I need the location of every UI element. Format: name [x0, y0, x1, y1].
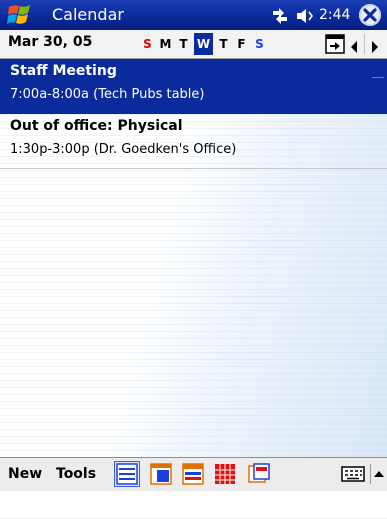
week-day-selector: S M T W T F S — [140, 33, 270, 55]
day-wednesday[interactable]: W — [194, 33, 213, 55]
divider — [372, 77, 384, 78]
appointment-subject: Out of office: Physical — [10, 118, 183, 134]
agenda-list: Staff Meeting 7:00a-8:00a (Tech Pubs tab… — [0, 59, 387, 457]
month-view-icon[interactable] — [212, 461, 238, 487]
title-bar: Calendar 2:44 — [0, 0, 387, 30]
app-title: Calendar — [52, 5, 124, 24]
agenda-view-icon[interactable] — [114, 461, 140, 487]
new-button[interactable]: New — [8, 463, 42, 485]
appointment-item[interactable]: Staff Meeting 7:00a-8:00a (Tech Pubs tab… — [0, 59, 387, 114]
week-view-icon[interactable] — [180, 461, 206, 487]
day-tuesday[interactable]: T — [176, 33, 191, 55]
close-icon — [363, 8, 377, 22]
appointment-details: 1:30p-3:00p (Dr. Goedken's Office) — [10, 142, 237, 157]
goto-today-icon[interactable] — [325, 34, 345, 54]
chevron-up-icon — [374, 471, 384, 477]
chevron-right-icon[interactable] — [371, 38, 379, 57]
chevron-left-icon[interactable] — [350, 38, 358, 57]
appointment-item[interactable]: Out of office: Physical 1:30p-3:00p (Dr.… — [0, 114, 387, 169]
appointment-details: 7:00a-8:00a (Tech Pubs table) — [10, 87, 205, 102]
day-thursday[interactable]: T — [216, 33, 231, 55]
tools-menu[interactable]: Tools — [56, 463, 96, 485]
date-toolbar: Mar 30, 05 S M T W T F S — [0, 30, 387, 59]
divider — [364, 34, 365, 54]
day-view-icon[interactable] — [148, 461, 174, 487]
close-button[interactable] — [359, 4, 381, 26]
day-friday[interactable]: F — [234, 33, 249, 55]
day-sunday[interactable]: S — [140, 33, 155, 55]
input-menu-button[interactable] — [370, 464, 387, 484]
connectivity-icon[interactable] — [270, 7, 290, 25]
day-saturday[interactable]: S — [252, 33, 267, 55]
volume-icon[interactable] — [295, 7, 317, 25]
windows-start-icon[interactable] — [6, 2, 36, 28]
appointment-subject: Staff Meeting — [10, 63, 117, 79]
current-date[interactable]: Mar 30, 05 — [8, 34, 92, 50]
year-view-icon[interactable] — [246, 461, 272, 487]
keyboard-icon[interactable] — [341, 463, 365, 485]
clock[interactable]: 2:44 — [319, 5, 350, 25]
day-monday[interactable]: M — [158, 33, 173, 55]
bottom-strip — [0, 491, 387, 518]
